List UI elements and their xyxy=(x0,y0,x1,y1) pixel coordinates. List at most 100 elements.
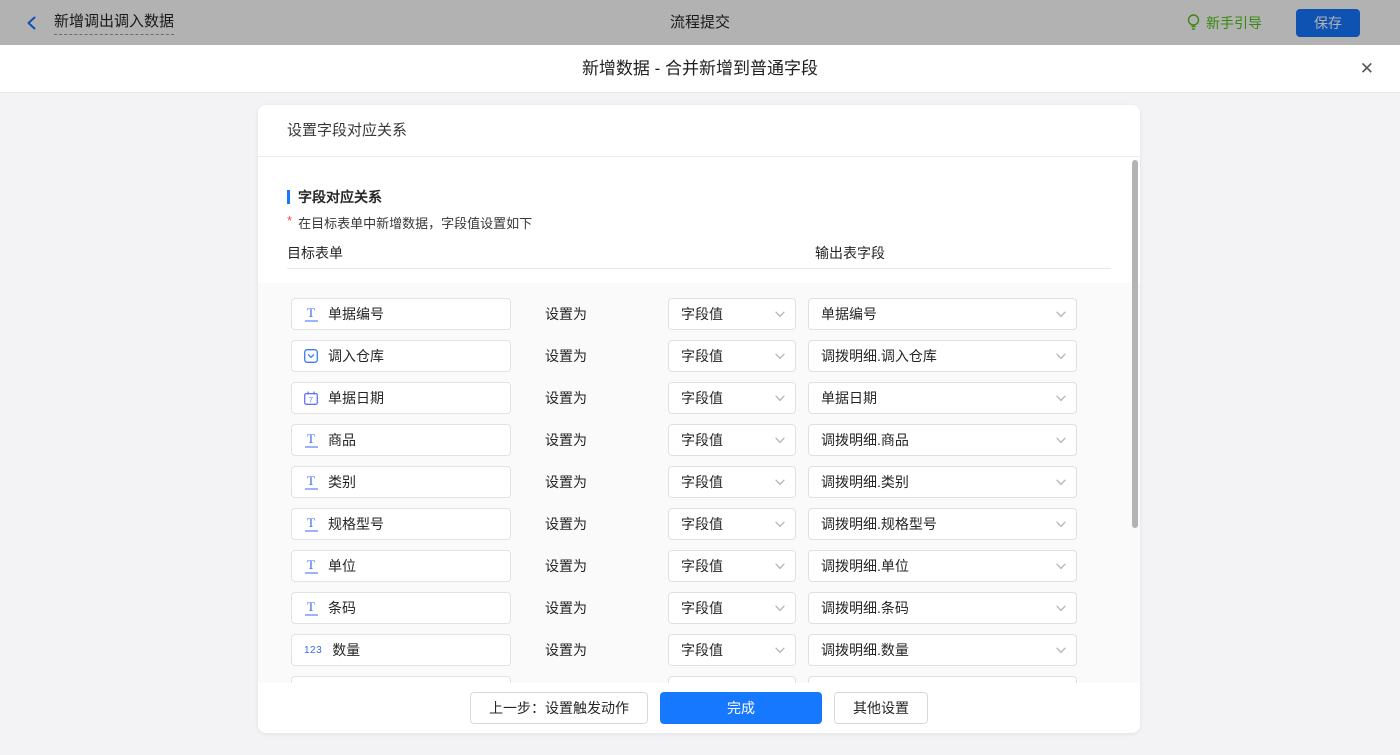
chevron-down-icon xyxy=(775,353,785,360)
text-field-icon: T xyxy=(304,433,318,448)
set-as-label: 设置为 xyxy=(545,508,587,540)
field-mapping-card: 设置字段对应关系 字段对应关系 * 在目标表单中新增数据，字段值设置如下 目标表… xyxy=(258,105,1140,733)
output-field-value: 调拨明细.商品 xyxy=(809,425,1076,455)
output-field-value: 单据编号 xyxy=(809,299,1076,329)
screen: 新增调出调入数据 流程提交 新手引导 保存 新增数据 - 合并新增到普通字段 ✕… xyxy=(0,0,1400,755)
chevron-down-icon xyxy=(775,647,785,654)
modal: 新增数据 - 合并新增到普通字段 ✕ 设置字段对应关系 字段对应关系 * 在目标… xyxy=(0,45,1400,755)
chevron-down-icon xyxy=(1056,647,1066,654)
modal-body: 设置字段对应关系 字段对应关系 * 在目标表单中新增数据，字段值设置如下 目标表… xyxy=(0,93,1400,755)
chevron-down-icon xyxy=(775,605,785,612)
chevron-down-icon xyxy=(1056,479,1066,486)
output-field-value: 调拨明细.条码 xyxy=(809,593,1076,623)
output-field-value: 单据日期 xyxy=(809,383,1076,413)
prev-step-button[interactable]: 上一步：设置触发动作 xyxy=(470,692,648,724)
section-accent-bar xyxy=(287,190,290,204)
target-field-box: T 条码 xyxy=(291,592,511,624)
set-as-label: 设置为 xyxy=(545,340,587,372)
value-mode-select[interactable]: 字段值 xyxy=(668,634,796,666)
output-field-value: 调拨明细.规格型号 xyxy=(809,509,1076,539)
chevron-down-icon xyxy=(775,563,785,570)
target-field-box: T 商品 xyxy=(291,424,511,456)
output-field-select[interactable]: 调拨明细.单位 xyxy=(808,550,1077,582)
required-asterisk: * xyxy=(287,213,292,229)
column-output-fields: 输出表字段 xyxy=(815,243,885,263)
value-mode-select[interactable]: 字段值 xyxy=(668,592,796,624)
chevron-down-icon xyxy=(775,437,785,444)
output-field-select[interactable]: 调拨明细.条码 xyxy=(808,592,1077,624)
target-field-label: 调入仓库 xyxy=(328,346,384,366)
output-field-select[interactable]: 调拨明细.调入仓库 xyxy=(808,340,1077,372)
close-icon[interactable]: ✕ xyxy=(1360,45,1374,93)
done-button[interactable]: 完成 xyxy=(660,692,822,724)
value-mode-select[interactable]: 字段值 xyxy=(668,382,796,414)
mapping-row: T 单位 设置为 字段值 调拨明细.单位 xyxy=(258,550,1140,582)
set-as-label: 设置为 xyxy=(545,424,587,456)
scrollbar-thumb[interactable] xyxy=(1132,160,1138,528)
target-field-label: 规格型号 xyxy=(328,514,384,534)
value-mode-select[interactable]: 字段值 xyxy=(668,508,796,540)
target-field-label: 数量 xyxy=(332,640,360,660)
section-title: 字段对应关系 xyxy=(287,187,382,207)
target-field-box: T 类别 xyxy=(291,466,511,498)
modal-titlebar: 新增数据 - 合并新增到普通字段 ✕ xyxy=(0,45,1400,93)
chevron-down-icon xyxy=(775,395,785,402)
set-as-label: 设置为 xyxy=(545,550,587,582)
set-as-label: 设置为 xyxy=(545,382,587,414)
chevron-down-icon xyxy=(1056,521,1066,528)
save-button[interactable]: 保存 xyxy=(1296,9,1360,37)
target-field-box: T 单位 xyxy=(291,550,511,582)
required-note: * 在目标表单中新增数据，字段值设置如下 xyxy=(287,213,532,232)
card-header: 设置字段对应关系 xyxy=(258,105,1140,157)
beginner-guide-link[interactable]: 新手引导 xyxy=(1187,13,1262,33)
guide-label: 新手引导 xyxy=(1206,13,1262,33)
mapping-row: 7 单据日期 设置为 字段值 单据日期 xyxy=(258,382,1140,414)
target-field-label: 单据编号 xyxy=(328,304,384,324)
mapping-row: T 条码 设置为 字段值 调拨明细.条码 xyxy=(258,592,1140,624)
chevron-down-icon xyxy=(1056,311,1066,318)
target-field-label: 类别 xyxy=(328,472,356,492)
mapping-row: T 规格型号 设置为 字段值 调拨明细.规格型号 xyxy=(258,508,1140,540)
lightbulb-icon xyxy=(1187,14,1200,31)
text-field-icon: T xyxy=(304,475,318,490)
target-field-label: 单据日期 xyxy=(328,388,384,408)
text-field-icon: T xyxy=(304,601,318,616)
number-field-icon: 123 xyxy=(304,645,322,656)
card-footer: 上一步：设置触发动作 完成 其他设置 xyxy=(258,683,1140,733)
target-field-label: 单位 xyxy=(328,556,356,576)
output-field-select[interactable]: 单据编号 xyxy=(808,298,1077,330)
output-field-select[interactable]: 调拨明细.规格型号 xyxy=(808,508,1077,540)
mapping-row: 123 数量 设置为 字段值 调拨明细.数量 xyxy=(258,634,1140,666)
output-field-select[interactable]: 调拨明细.商品 xyxy=(808,424,1077,456)
other-settings-button[interactable]: 其他设置 xyxy=(834,692,928,724)
set-as-label: 设置为 xyxy=(545,298,587,330)
chevron-down-icon xyxy=(1056,353,1066,360)
target-field-box: 调入仓库 xyxy=(291,340,511,372)
select-field-icon xyxy=(304,349,318,363)
column-target-form: 目标表单 xyxy=(287,243,343,263)
value-mode-select[interactable]: 字段值 xyxy=(668,550,796,582)
modal-title: 新增数据 - 合并新增到普通字段 xyxy=(0,45,1400,93)
target-field-box: 7 单据日期 xyxy=(291,382,511,414)
value-mode-select[interactable]: 字段值 xyxy=(668,298,796,330)
output-field-select[interactable]: 调拨明细.类别 xyxy=(808,466,1077,498)
value-mode-select[interactable]: 字段值 xyxy=(668,424,796,456)
value-mode-select[interactable]: 字段值 xyxy=(668,466,796,498)
chevron-down-icon xyxy=(1056,395,1066,402)
topbar: 新增调出调入数据 流程提交 新手引导 保存 xyxy=(0,0,1400,45)
output-field-select[interactable]: 调拨明细.数量 xyxy=(808,634,1077,666)
mapping-row: T 单据编号 设置为 字段值 单据编号 xyxy=(258,298,1140,330)
chevron-down-icon xyxy=(775,311,785,318)
output-field-value: 调拨明细.数量 xyxy=(809,635,1076,665)
output-field-value: 调拨明细.类别 xyxy=(809,467,1076,497)
text-field-icon: T xyxy=(304,307,318,322)
text-field-icon: T xyxy=(304,517,318,532)
target-field-box: T 单据编号 xyxy=(291,298,511,330)
chevron-down-icon xyxy=(1056,437,1066,444)
chevron-down-icon xyxy=(1056,605,1066,612)
output-field-value: 调拨明细.单位 xyxy=(809,551,1076,581)
output-field-select[interactable]: 单据日期 xyxy=(808,382,1077,414)
value-mode-select[interactable]: 字段值 xyxy=(668,340,796,372)
mapping-row: T 类别 设置为 字段值 调拨明细.类别 xyxy=(258,466,1140,498)
target-field-box: T 规格型号 xyxy=(291,508,511,540)
